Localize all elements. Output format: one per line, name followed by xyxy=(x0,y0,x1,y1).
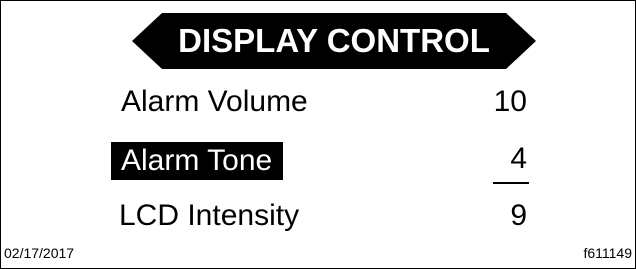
menu-item-alarm-volume-label[interactable]: Alarm Volume xyxy=(121,85,308,119)
footer-date: 02/17/2017 xyxy=(4,245,75,261)
menu-item-alarm-tone-label-selected[interactable]: Alarm Tone xyxy=(111,142,284,180)
page-title: DISPLAY CONTROL xyxy=(178,22,490,59)
menu-item-alarm-tone-value[interactable]: 4 xyxy=(471,142,527,176)
figure-reference: f611149 xyxy=(583,245,632,261)
display-screen: DISPLAY CONTROL Alarm Volume 10 Alarm To… xyxy=(0,0,636,269)
menu-item-lcd-intensity-value[interactable]: 9 xyxy=(471,199,527,233)
edit-cursor-underline xyxy=(493,182,529,184)
title-banner: DISPLAY CONTROL xyxy=(132,13,536,69)
menu-item-lcd-intensity-label[interactable]: LCD Intensity xyxy=(119,199,299,233)
menu-item-alarm-volume-value[interactable]: 10 xyxy=(471,85,527,119)
